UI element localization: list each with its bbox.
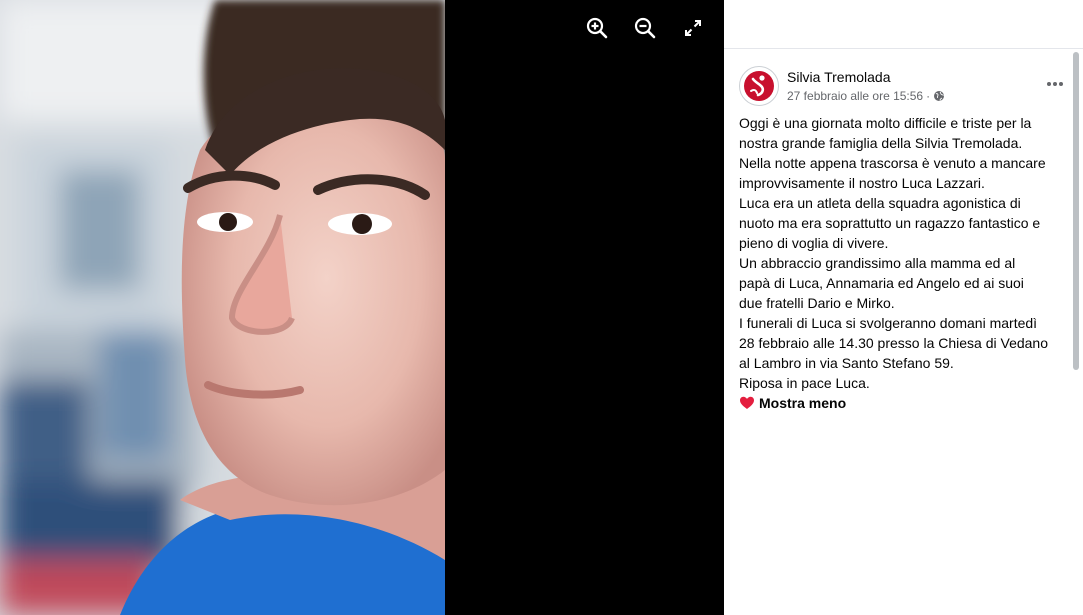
photo-viewer bbox=[0, 0, 724, 615]
author-name[interactable]: Silvia Tremolada bbox=[787, 69, 891, 85]
photo-image bbox=[0, 0, 445, 615]
swimming-club-logo-icon bbox=[744, 71, 774, 101]
post-meta: 27 febbraio alle ore 15:56 · bbox=[787, 89, 945, 103]
zoom-in-button[interactable] bbox=[583, 14, 611, 42]
post-timestamp[interactable]: 27 febbraio alle ore 15:56 bbox=[787, 89, 923, 103]
show-less-button[interactable]: Mostra meno bbox=[759, 393, 846, 413]
post-text-line: al Lambro in via Santo Stefano 59. bbox=[739, 355, 954, 371]
post-header: Silvia Tremolada 27 febbraio alle ore 15… bbox=[739, 66, 1071, 108]
post-text-line: 28 febbraio alle 14.30 presso la Chiesa … bbox=[739, 335, 1048, 351]
expand-icon bbox=[685, 20, 701, 36]
post-text: Oggi è una giornata molto difficile e tr… bbox=[739, 113, 1067, 413]
post-text-line: pieno di voglia di vivere. bbox=[739, 235, 889, 251]
globe-icon bbox=[934, 91, 945, 101]
post-text-line: Nella notte appena trascorsa è venuto a … bbox=[739, 155, 1046, 171]
avatar[interactable] bbox=[739, 66, 779, 106]
panel-divider bbox=[724, 48, 1083, 49]
show-less-row: Mostra meno bbox=[739, 393, 1067, 413]
post-text-line: Un abbraccio grandissimo alla mamma ed a… bbox=[739, 255, 1016, 271]
post-text-line: Oggi è una giornata molto difficile e tr… bbox=[739, 115, 1032, 131]
red-heart-icon bbox=[740, 396, 754, 409]
more-options-button[interactable] bbox=[1041, 70, 1069, 98]
post-text-line: Luca era un atleta della squadra agonist… bbox=[739, 195, 1021, 211]
post-text-line: I funerali di Luca si svolgeranno domani… bbox=[739, 315, 1038, 331]
post-text-line: nostra grande famiglia della Silvia Trem… bbox=[739, 135, 1023, 151]
post-text-line: due fratelli Dario e Mirko. bbox=[739, 295, 895, 311]
zoom-in-icon bbox=[586, 17, 608, 39]
post-text-line: improvvisamente il nostro Luca Lazzari. bbox=[739, 175, 985, 191]
post-text-line: nuoto ma era soprattutto un ragazzo fant… bbox=[739, 215, 1041, 231]
zoom-out-button[interactable] bbox=[631, 14, 659, 42]
zoom-out-icon bbox=[634, 17, 656, 39]
post-text-line: papà di Luca, Annamaria ed Angelo ed ai … bbox=[739, 275, 1024, 291]
panel-scrollbar[interactable] bbox=[1073, 52, 1079, 370]
more-horizontal-icon bbox=[1047, 82, 1063, 86]
fullscreen-button[interactable] bbox=[679, 14, 707, 42]
post-text-line: Riposa in pace Luca. bbox=[739, 375, 870, 391]
post-photo[interactable] bbox=[0, 0, 445, 615]
post-side-panel: Silvia Tremolada 27 febbraio alle ore 15… bbox=[724, 0, 1083, 615]
meta-separator: · bbox=[926, 89, 931, 103]
